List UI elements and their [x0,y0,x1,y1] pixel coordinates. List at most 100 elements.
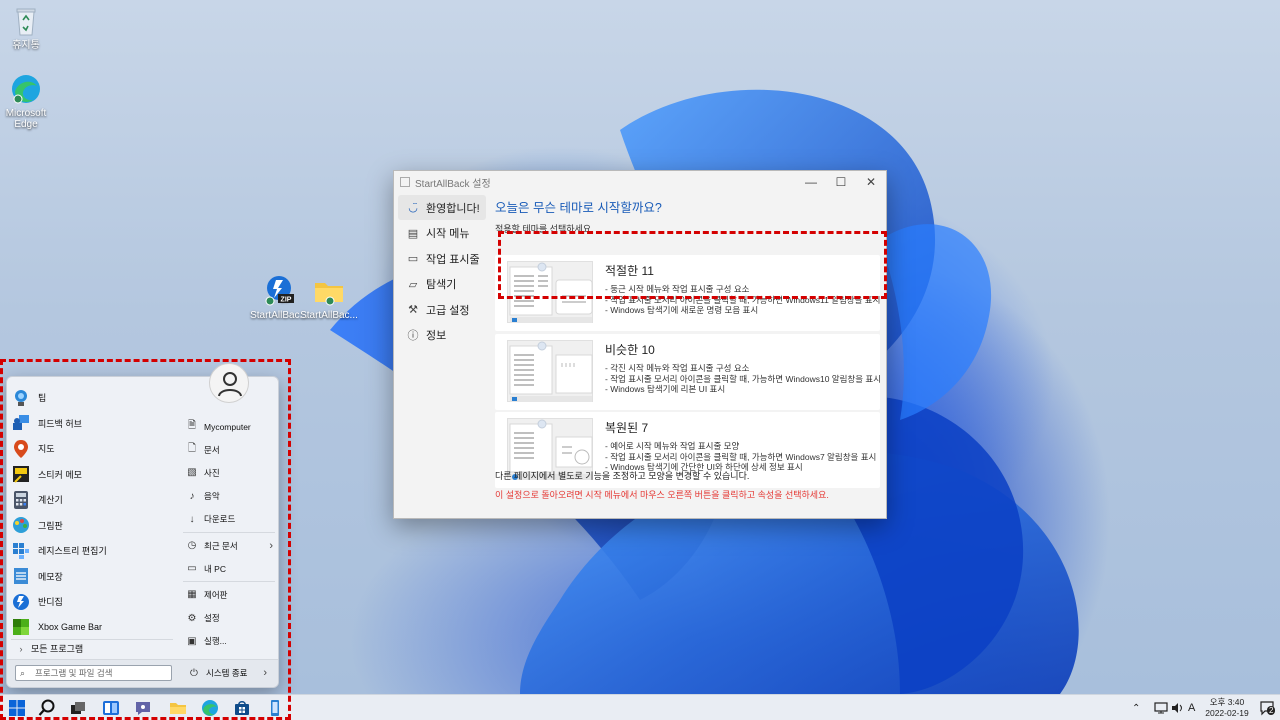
all-programs-button[interactable]: › 모든 프로그램 [11,639,173,657]
app-item-bandizip[interactable]: 반디집 [11,589,171,615]
app-item-paint[interactable]: 그림판 [11,513,171,539]
theme-preview-10 [507,340,593,402]
app-label: Xbox Game Bar [38,622,103,633]
app-item-xbox-game-bar[interactable]: Xbox Game Bar [11,615,171,641]
theme-desc-line: - Windows 탐색기에 리본 UI 표시 [605,384,726,394]
nav-item-advanced[interactable]: ⚒ 고급 설정 [398,297,486,322]
show-hidden-icons-button[interactable]: ⌃ [1132,695,1140,720]
nav-item-explorer[interactable]: ▱ 탐색기 [398,272,486,297]
app-label: 피드백 허브 [38,418,82,429]
pinned-app-button[interactable] [265,698,285,718]
place-run[interactable]: ▣ 실행... [179,630,275,653]
edge-icon [9,72,43,106]
smile-icon: ◡̈ [408,202,418,214]
app-item-notepad[interactable]: 메모장 [11,564,171,590]
maximize-button[interactable]: ☐ [826,175,856,189]
theme-title: 비슷한 10 [605,343,655,357]
app-item-registry-editor[interactable]: 레지스트리 편집기 [11,538,171,564]
start-menu: 팁 피드백 허브 지도 스티커 메모 계산기 그림판 레지스트리 편집기 메모장… [6,363,279,688]
file-explorer-button[interactable] [168,698,188,718]
place-music[interactable]: ♪ 음악 [179,485,275,508]
app-item-calculator[interactable]: 계산기 [11,487,171,513]
recent-icon: ◷ [187,540,197,552]
nav-item-label: 작업 표시줄 [426,253,480,266]
desktop-icon-edge[interactable]: Microsoft Edge [0,72,56,130]
calculator-icon [11,490,31,510]
app-item-maps[interactable]: 지도 [11,436,171,462]
desktop-icon-label: Microsoft Edge [5,108,47,130]
theme-description: - 둥근 시작 메뉴와 작업 표시줄 구성 요소 - 작업 표시줄 모서리 아이… [605,284,880,316]
place-label: 문서 [204,444,220,455]
search-icon: ⌕ [20,667,26,678]
desktop-icon-startallback-folder[interactable]: StartAllBac... [299,274,359,321]
place-user-folder[interactable]: 🗎 Mycomputer [179,415,275,438]
start-search-input[interactable]: ⌕ 프로그램 및 파일 검색 [15,665,172,681]
nav-item-welcome[interactable]: ◡̈ 환영합니다! [398,195,486,220]
widgets-button[interactable] [101,698,121,718]
tips-icon [11,388,31,408]
app-icon [400,177,410,187]
app-item-tips[interactable]: 팁 [11,385,171,411]
theme-preview-11 [507,261,593,323]
notification-center-button[interactable]: 2 [1259,695,1276,720]
app-label: 팁 [38,393,47,404]
user-avatar[interactable] [209,363,249,403]
power-icon: ⏻ [190,667,198,679]
app-item-sticky-notes[interactable]: 스티커 메모 [11,462,171,488]
desktop-icon-recycle-bin[interactable]: 휴지통 [0,4,56,51]
app-label: 레지스트리 편집기 [38,546,107,557]
settings-content: 오늘은 무슨 테마로 시작할까요? 적용할 테마를 선택하세요 적절한 11 -… [495,195,880,488]
place-downloads[interactable]: ↓ 다운로드 [179,508,275,531]
theme-option-10[interactable]: 비슷한 10 - 각진 시작 메뉴와 작업 표시줄 구성 요소 - 작업 표시줄… [495,334,880,410]
taskbar-clock[interactable]: 오후 3:40 2022-02-19 [1200,697,1254,719]
footer-note: 다른 페이지에서 별도로 기능을 조정하고 모양을 변경할 수 있습니다. [495,471,750,481]
app-item-feedback-hub[interactable]: 피드백 허브 [11,411,171,437]
place-pictures[interactable]: ▧ 사진 [179,461,275,484]
sticky-notes-icon [11,464,31,484]
window-titlebar[interactable]: StartAllBack 설정 — ☐ ✕ [394,171,886,193]
theme-option-11[interactable]: 적절한 11 - 둥근 시작 메뉴와 작업 표시줄 구성 요소 - 작업 표시줄… [495,255,880,331]
maps-icon [11,439,31,459]
place-control-panel[interactable]: ▦ 제어판 [179,583,275,606]
volume-button[interactable] [1171,695,1185,720]
shutdown-button[interactable]: ⏻ 시스템 종료 › [183,663,275,683]
xbox-icon [11,617,31,637]
nav-item-about[interactable]: ⓘ 정보 [398,323,486,348]
store-button[interactable] [232,698,252,718]
chevron-right-icon: › [263,667,267,679]
windows-logo-icon [9,700,25,716]
nav-item-taskbar[interactable]: ▭ 작업 표시줄 [398,246,486,271]
teams-chat-button[interactable] [133,698,153,718]
place-recent-documents[interactable]: ◷ 최근 문서 › [179,534,275,557]
pinned-apps-list: 팁 피드백 허브 지도 스티커 메모 계산기 그림판 레지스트리 편집기 메모장… [11,385,171,640]
network-button[interactable] [1154,695,1168,720]
theme-desc-line: - 작업 표시줄 모서리 아이콘을 클릭할 때, 가능하면 Windows7 알… [605,451,877,462]
chevron-up-icon: ⌃ [1132,702,1141,714]
page-title: 오늘은 무슨 테마로 시작할까요? [495,201,662,215]
app-label: 메모장 [38,571,63,582]
place-settings[interactable]: ⚙ 설정 [179,607,275,630]
nav-item-start-menu[interactable]: ▤ 시작 메뉴 [398,221,486,246]
taskbar: ⌃ A 오후 3:40 2022-02-19 2 [0,694,1280,720]
info-icon: ⓘ [407,330,419,342]
minimize-button[interactable]: — [796,175,826,189]
svg-text:ZIP: ZIP [281,297,292,304]
folder-icon [312,274,346,308]
start-button[interactable] [7,698,27,718]
place-this-pc[interactable]: ▭ 내 PC [179,557,275,580]
edge-button[interactable] [200,698,220,718]
nav-item-label: 시작 메뉴 [426,228,470,240]
chat-icon [136,702,150,715]
taskbar-search-button[interactable] [37,698,57,718]
place-documents[interactable]: 🗋 문서 [179,438,275,461]
wrench-icon: ⚒ [408,304,418,316]
task-view-icon [71,702,85,714]
device-icon [271,700,279,716]
clock-date: 2022-02-19 [1205,708,1249,718]
task-view-button[interactable] [68,698,88,718]
notepad-icon [11,566,31,586]
nav-item-label: 정보 [426,330,447,342]
close-button[interactable]: ✕ [856,175,886,189]
place-label: 설정 [204,613,220,624]
input-method-indicator[interactable]: A [1188,695,1195,720]
